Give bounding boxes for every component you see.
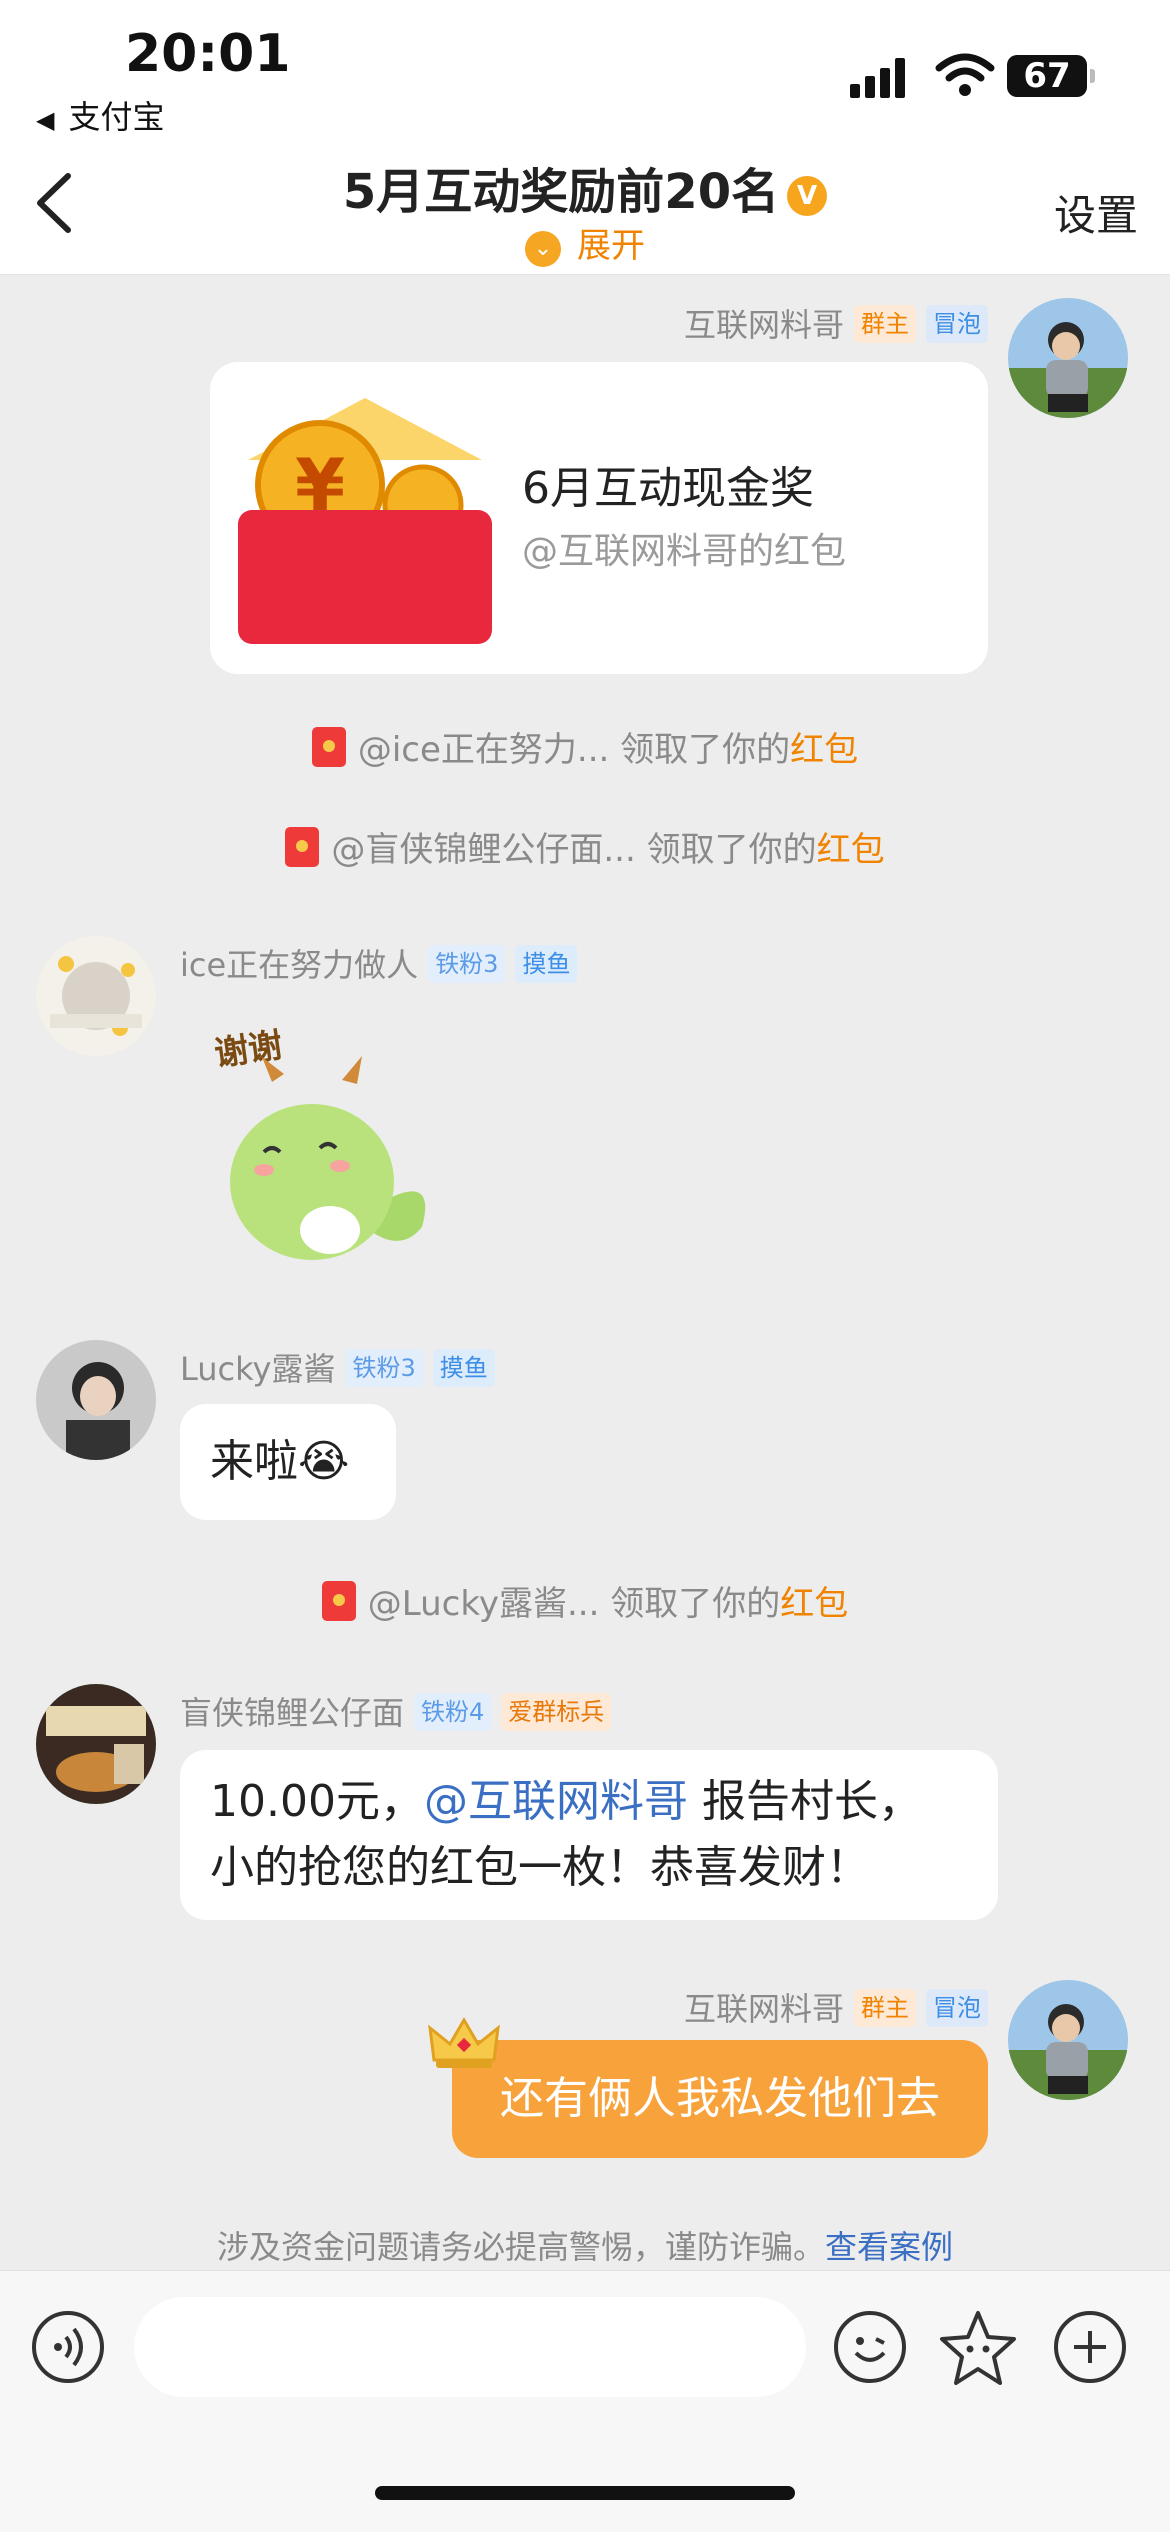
message-sender: 互联网料哥 群主 冒泡: [684, 1984, 988, 2030]
plus-icon: [1074, 2331, 1106, 2363]
view-cases-link[interactable]: 查看案例: [825, 2228, 953, 2266]
avatar-photo: [36, 1340, 156, 1460]
sender-name: 互联网料哥: [683, 306, 844, 344]
avatar[interactable]: [1008, 298, 1128, 418]
red-packet-small-icon: [285, 827, 320, 867]
crown-icon: [428, 2017, 500, 2068]
notice-text: @ice正在努力... 领取了你的: [357, 730, 791, 770]
back-to-app-link[interactable]: ◀ 支付宝: [36, 92, 164, 138]
voice-icon: [54, 2327, 83, 2367]
red-packet-small-icon: [311, 727, 346, 767]
notice-text: @盲侠锦鲤公仔面... 领取了你的: [331, 830, 817, 870]
group-title-text: 5月互动奖励前20名: [342, 164, 780, 220]
avatar[interactable]: [36, 1684, 156, 1804]
fish-tag: 摸鱼: [515, 945, 578, 983]
plus-button[interactable]: [1054, 2311, 1126, 2383]
fan-level-tag: 铁粉4: [414, 1693, 492, 1731]
avatar[interactable]: [36, 1340, 156, 1460]
avatar[interactable]: [1008, 1980, 1128, 2100]
sender-name: 盲侠锦鲤公仔面: [180, 1694, 405, 1732]
redpack-link[interactable]: 红包: [780, 1584, 848, 1624]
message-text: 来啦: [210, 1436, 298, 1487]
signal-icon: [850, 58, 910, 98]
message-text: 10.00元，: [210, 1776, 424, 1827]
chat-header: 5月互动奖励前20名 V ⌄ 展开 设置: [0, 140, 1170, 275]
settings-button[interactable]: 设置: [1054, 182, 1138, 243]
fraud-warning: 涉及资金问题请务必提高警惕，谨防诈骗。查看案例: [0, 2222, 1170, 2268]
emoji-button[interactable]: [834, 2311, 906, 2383]
sticker-button[interactable]: [936, 2307, 1020, 2391]
fan-level-tag: 铁粉3: [345, 1349, 423, 1387]
chevron-down-icon: ⌄: [525, 231, 561, 267]
message-text: 小的抢您的红包一枚！恭喜发财！: [210, 1842, 870, 1893]
message-text: 还有俩人我私发他们去: [500, 2073, 940, 2124]
message-sender: 互联网料哥 群主 冒泡: [684, 300, 988, 346]
fish-tag: 摸鱼: [432, 1349, 495, 1387]
redpack-claim-notice: @盲侠锦鲤公仔面... 领取了你的红包: [0, 822, 1170, 871]
group-title: 5月互动奖励前20名 V: [0, 152, 1170, 222]
mention-link[interactable]: @互联网料哥: [424, 1776, 688, 1827]
warning-text: 涉及资金问题请务必提高警惕，谨防诈骗。: [216, 2228, 825, 2266]
back-triangle-icon: ◀: [36, 106, 55, 134]
message-bubble-self[interactable]: 还有俩人我私发他们去: [452, 2040, 988, 2158]
avatar[interactable]: [36, 936, 156, 1056]
bubble-tag: 冒泡: [926, 305, 988, 343]
owner-tag: 群主: [854, 305, 916, 343]
redpack-claim-notice: @ice正在努力... 领取了你的红包: [0, 722, 1170, 771]
bubble-tag: 冒泡: [926, 1989, 988, 2027]
sticker[interactable]: 谢谢: [212, 1022, 442, 1272]
verified-badge-icon: V: [787, 176, 828, 216]
message-sender: 盲侠锦鲤公仔面 铁粉4 爱群标兵: [180, 1688, 612, 1734]
message-sender: ice正在努力做人 铁粉3 摸鱼: [180, 940, 578, 986]
fan-level-tag: 铁粉3: [428, 945, 506, 983]
battery-indicator: 67: [1007, 55, 1095, 97]
redpack-claim-notice: @Lucky露酱... 领取了你的红包: [0, 1576, 1170, 1625]
dragon-sticker-icon: [230, 1056, 426, 1260]
message-line: 10.00元，@互联网料哥 报告村长，: [210, 1769, 968, 1835]
sender-name: Lucky露酱: [180, 1350, 336, 1388]
avatar-photo: [36, 936, 156, 1056]
back-app-label: 支付宝: [68, 98, 165, 136]
redpack-link[interactable]: 红包: [790, 730, 858, 770]
red-packet-title: 6月互动现金奖: [522, 463, 814, 514]
expand-button[interactable]: ⌄ 展开: [0, 218, 1170, 267]
status-bar: 20:01 ◀ 支付宝 67: [0, 0, 1170, 140]
status-time: 20:01: [125, 24, 291, 84]
avatar-photo: [1008, 1980, 1128, 2100]
voice-button[interactable]: [32, 2311, 104, 2383]
message-sender: Lucky露酱 铁粉3 摸鱼: [180, 1344, 495, 1390]
notice-text: @Lucky露酱... 领取了你的: [367, 1584, 781, 1624]
sender-name: ice正在努力做人: [180, 946, 419, 984]
avatar-photo: [1008, 298, 1128, 418]
avatar-photo: [36, 1684, 156, 1804]
red-packet-icon: ¥: [238, 398, 492, 644]
crying-emoji-icon: 😭: [298, 1436, 350, 1487]
sender-name: 互联网料哥: [683, 1990, 844, 2028]
owner-tag: 群主: [854, 1989, 916, 2027]
redpack-link[interactable]: 红包: [817, 830, 885, 870]
red-packet-subtitle: @互联网料哥的红包: [522, 531, 847, 572]
expand-label: 展开: [577, 226, 645, 266]
message-text: 报告村长，: [687, 1776, 922, 1827]
smiley-icon: [854, 2337, 886, 2362]
loyal-member-tag: 爱群标兵: [501, 1693, 612, 1731]
red-packet-card[interactable]: ¥ 6月互动现金奖 @互联网料哥的红包: [210, 362, 988, 674]
home-indicator: [375, 2486, 795, 2500]
message-bubble[interactable]: 10.00元，@互联网料哥 报告村长， 小的抢您的红包一枚！恭喜发财！: [180, 1750, 998, 1920]
wifi-icon: [935, 53, 995, 96]
message-bubble[interactable]: 来啦😭: [180, 1404, 396, 1520]
message-input[interactable]: [134, 2297, 806, 2397]
red-packet-small-icon: [321, 1581, 356, 1621]
